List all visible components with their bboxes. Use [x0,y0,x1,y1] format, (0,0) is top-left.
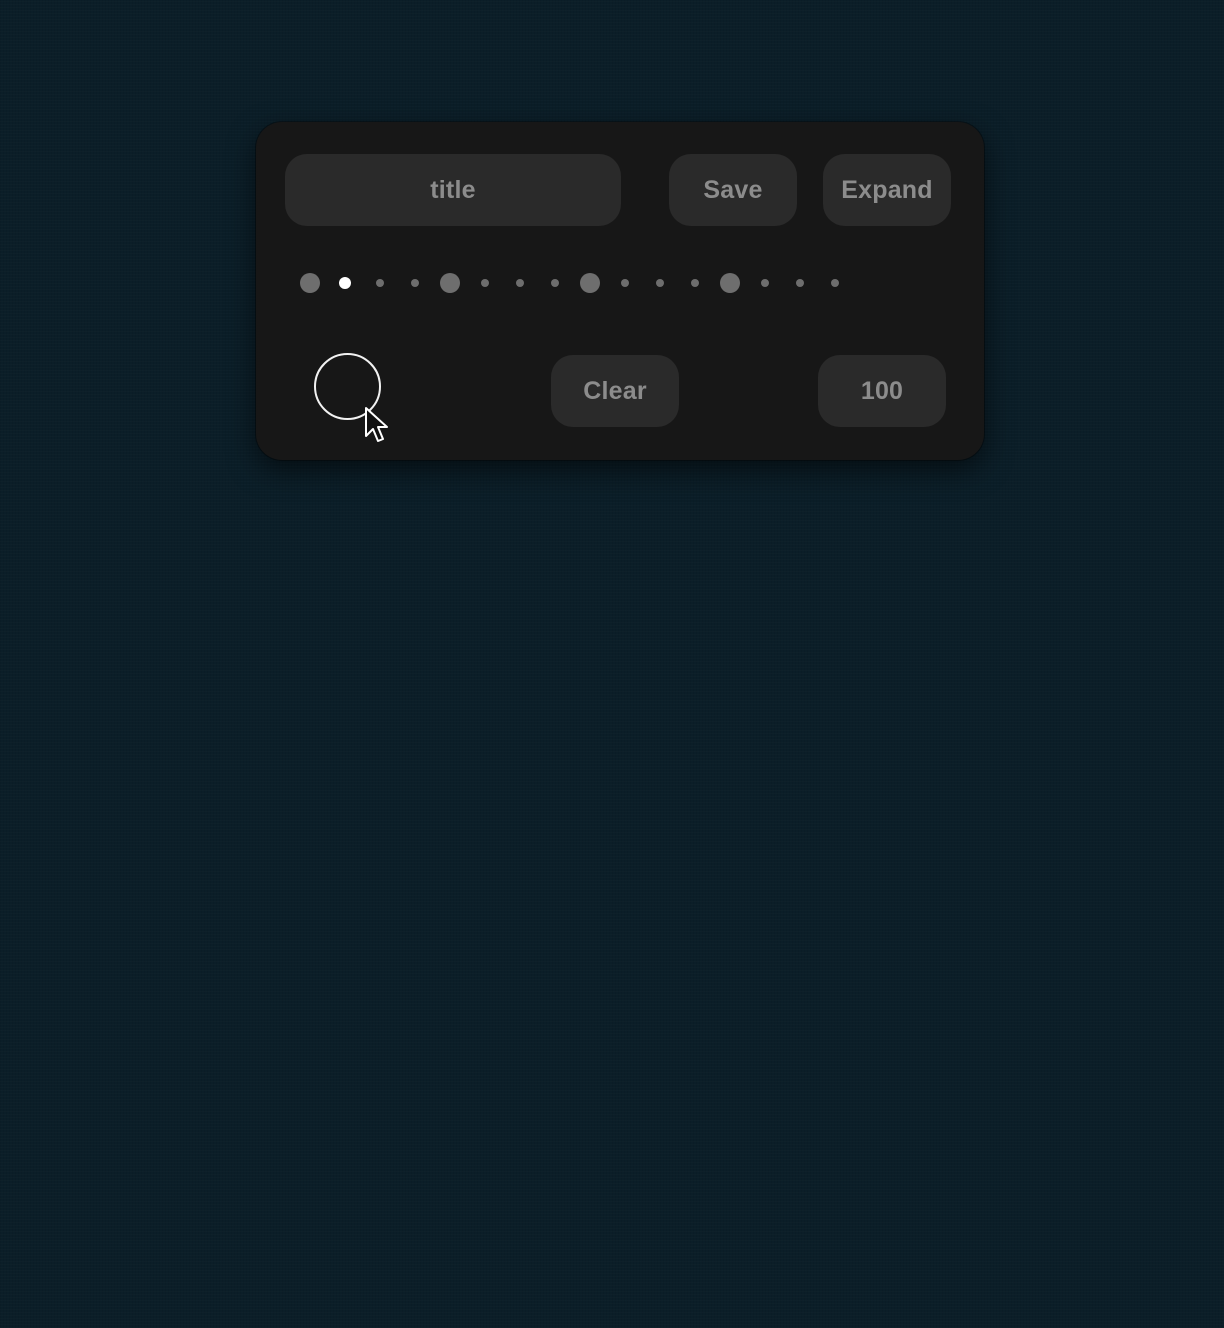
slider-dot[interactable] [481,279,489,287]
slider-dot-major[interactable] [300,273,320,293]
save-button[interactable]: Save [669,154,797,226]
slider-dot[interactable] [411,279,419,287]
clear-button[interactable]: Clear [551,355,679,427]
slider-dot[interactable] [691,279,699,287]
expand-button[interactable]: Expand [823,154,951,226]
slider-dot[interactable] [796,279,804,287]
slider-dot[interactable] [656,279,664,287]
slider-dot[interactable] [761,279,769,287]
dot-slider[interactable] [256,272,984,296]
slider-dot[interactable] [551,279,559,287]
slider-dot[interactable] [516,279,524,287]
slider-dot-major[interactable] [720,273,740,293]
slider-dot[interactable] [831,279,839,287]
slider-dot-active[interactable] [339,277,351,289]
value-button[interactable]: 100 [818,355,946,427]
slider-dot-major[interactable] [580,273,600,293]
slider-dot-major[interactable] [440,273,460,293]
slider-dot[interactable] [376,279,384,287]
title-field[interactable]: title [285,154,621,226]
slider-dot[interactable] [621,279,629,287]
mouse-pointer-icon [365,407,388,442]
